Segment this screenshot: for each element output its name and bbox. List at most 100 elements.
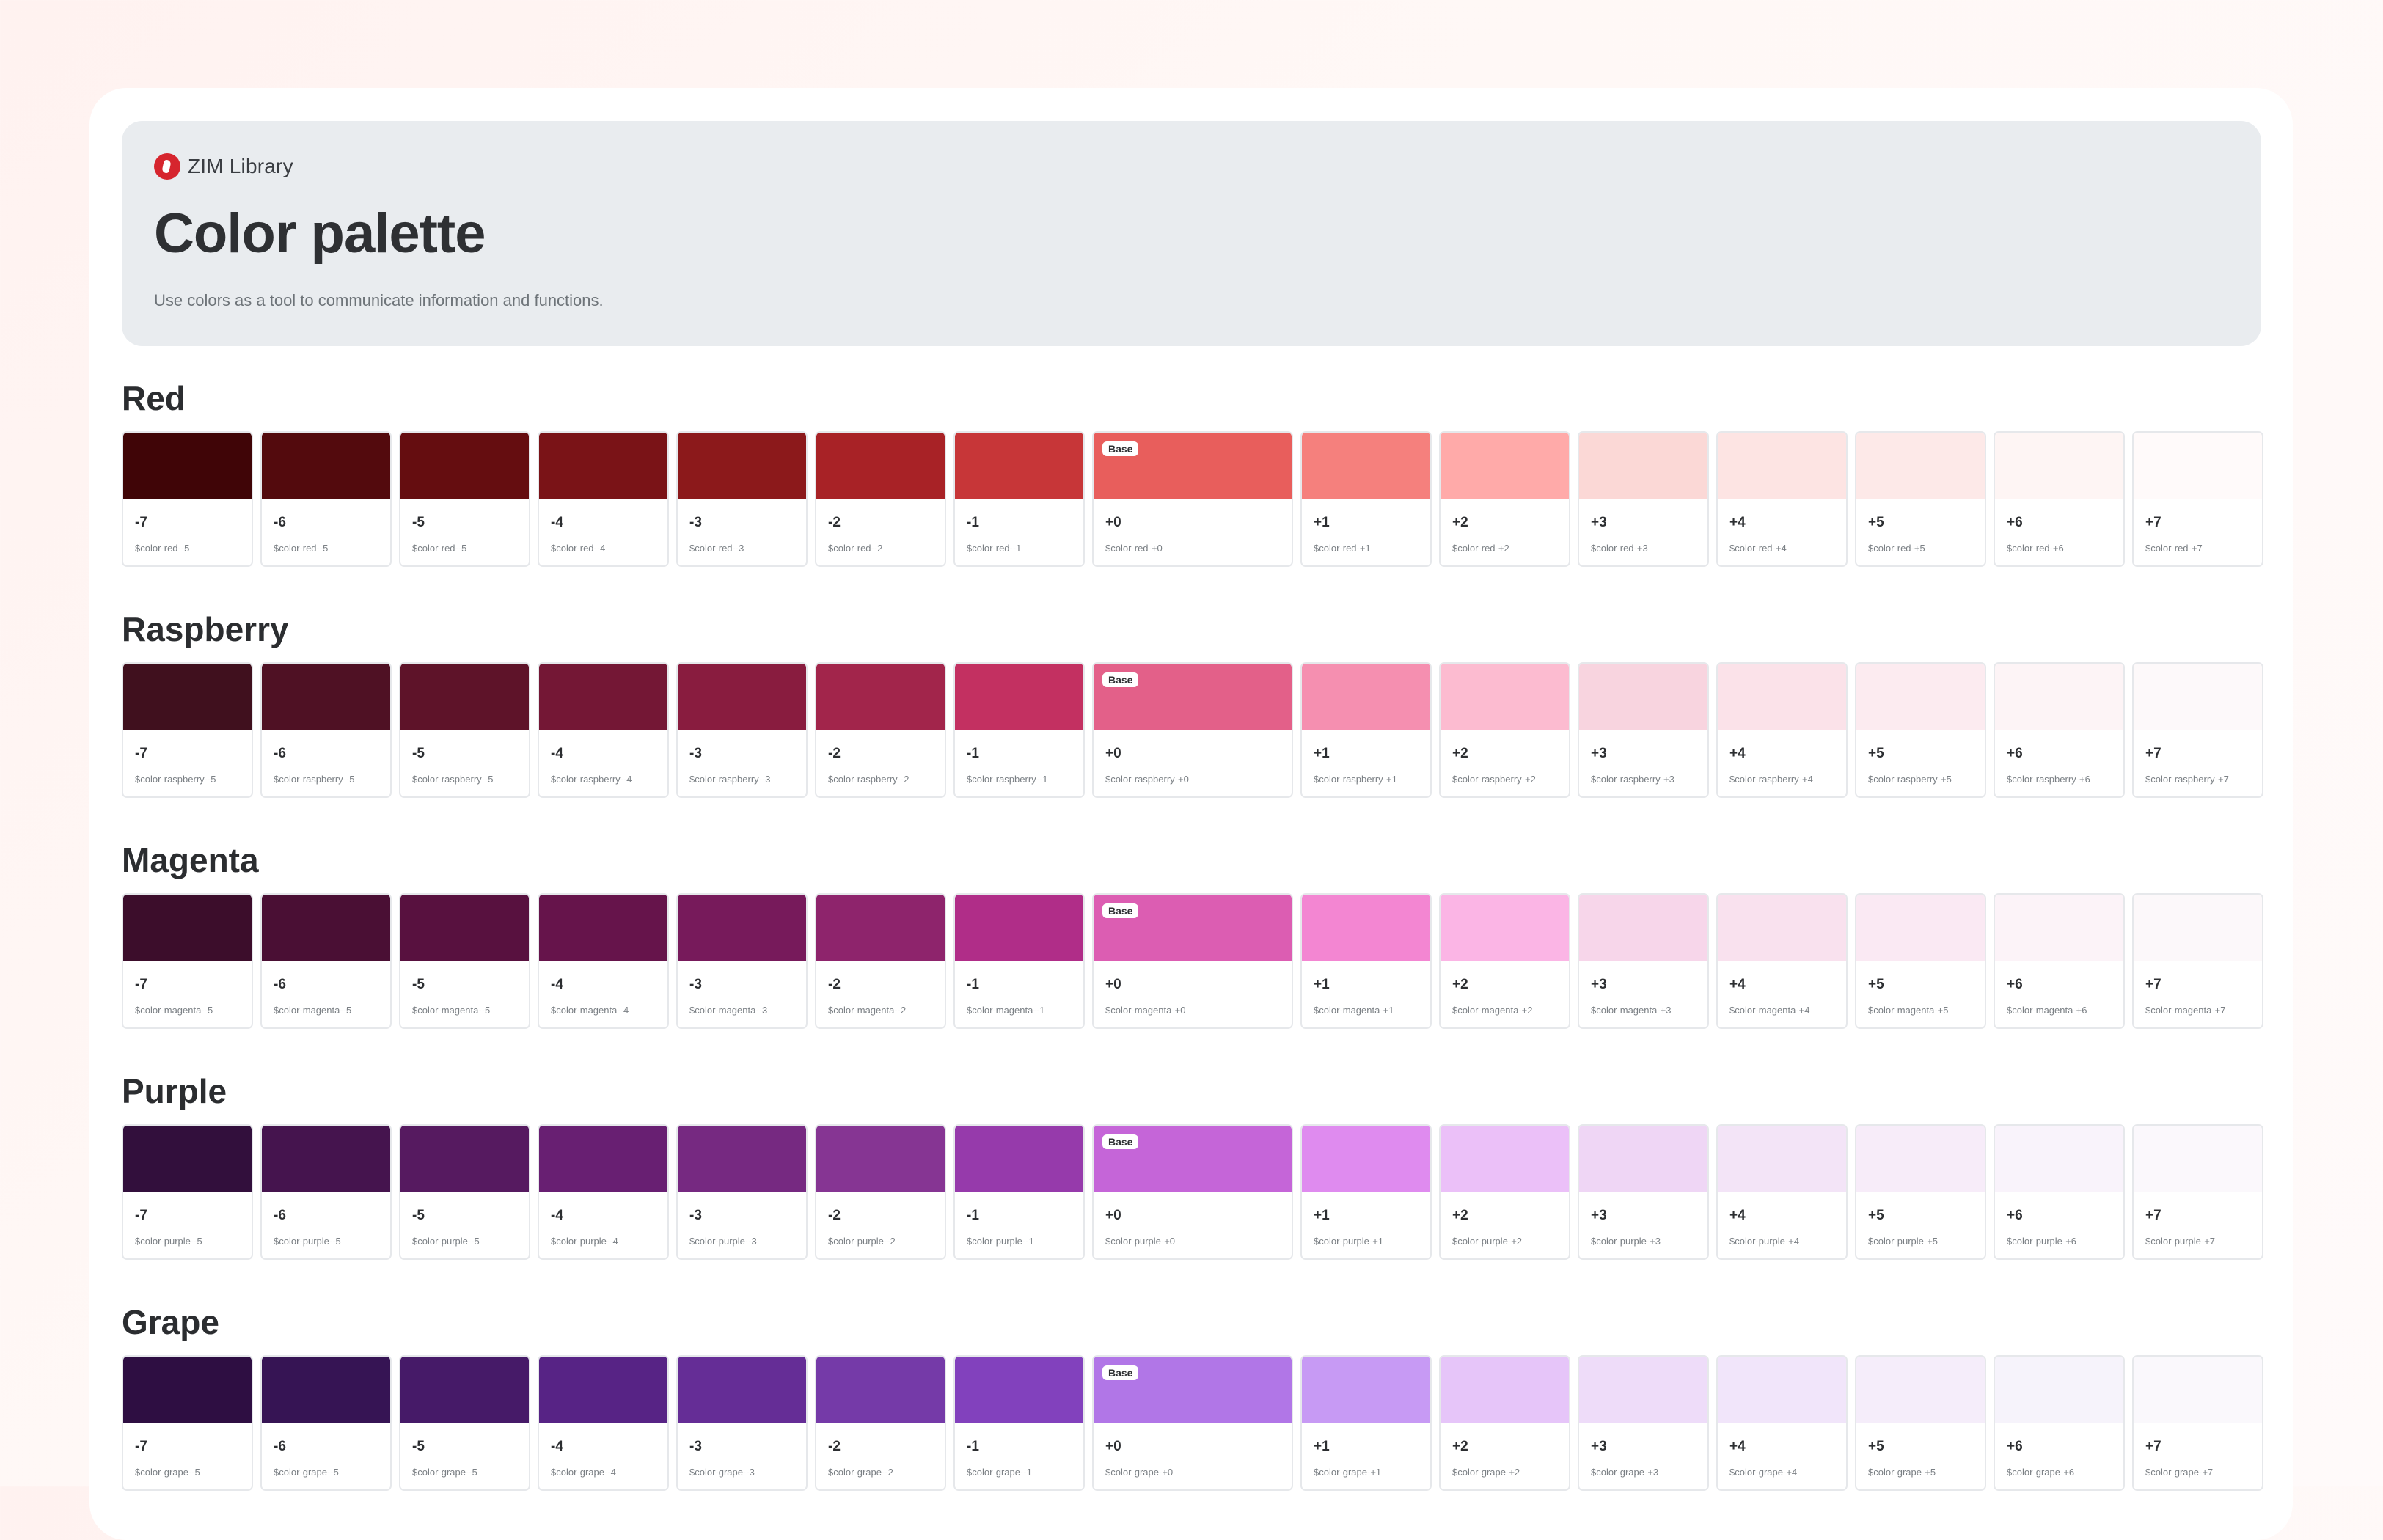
color-swatch[interactable]: -4 $color-magenta--4 [538,893,669,1029]
color-swatch[interactable]: +3 $color-purple-+3 [1578,1124,1709,1260]
color-swatch[interactable]: +2 $color-purple-+2 [1439,1124,1570,1260]
swatch-step: +3 [1591,1439,1607,1454]
color-swatch[interactable]: +2 $color-red-+2 [1439,431,1570,567]
swatch-row: -7 $color-magenta--5 -6 $color-magenta--5 -5… [122,893,2263,1029]
color-swatch[interactable]: -7 $color-magenta--5 [122,893,253,1029]
color-chip [539,1126,667,1192]
color-swatch[interactable]: -6 $color-red--5 [260,431,392,567]
color-swatch[interactable]: +2 $color-raspberry-+2 [1439,662,1570,798]
color-swatch[interactable]: -5 $color-grape--5 [399,1355,530,1491]
color-swatch[interactable]: +2 $color-grape-+2 [1439,1355,1570,1491]
color-swatch[interactable]: +6 $color-grape-+6 [1994,1355,2125,1491]
color-swatch[interactable]: -4 $color-red--4 [538,431,669,567]
color-swatch[interactable]: -3 $color-magenta--3 [676,893,808,1029]
color-swatch[interactable]: -1 $color-red--1 [953,431,1085,567]
color-chip [678,1126,806,1192]
swatch-token: $color-magenta-+2 [1452,1005,1533,1016]
color-swatch[interactable]: +3 $color-magenta-+3 [1578,893,1709,1029]
color-swatch[interactable]: -4 $color-raspberry--4 [538,662,669,798]
color-swatch[interactable]: +5 $color-purple-+5 [1855,1124,1986,1260]
color-swatch[interactable]: -5 $color-purple--5 [399,1124,530,1260]
color-swatch[interactable]: +3 $color-raspberry-+3 [1578,662,1709,798]
color-swatch[interactable]: +7 $color-magenta-+7 [2132,893,2263,1029]
color-swatch[interactable]: +1 $color-purple-+1 [1300,1124,1432,1260]
color-swatch[interactable]: +7 $color-grape-+7 [2132,1355,2263,1491]
color-swatch[interactable]: -2 $color-purple--2 [815,1124,946,1260]
color-swatch[interactable]: -6 $color-purple--5 [260,1124,392,1260]
color-swatch[interactable]: +5 $color-magenta-+5 [1855,893,1986,1029]
color-swatch[interactable]: -5 $color-magenta--5 [399,893,530,1029]
color-swatch[interactable]: +6 $color-purple-+6 [1994,1124,2125,1260]
color-swatch[interactable]: -7 $color-purple--5 [122,1124,253,1260]
color-swatch[interactable]: +7 $color-red-+7 [2132,431,2263,567]
color-swatch[interactable]: Base +0 $color-purple-+0 [1092,1124,1293,1260]
color-swatch[interactable]: -4 $color-grape--4 [538,1355,669,1491]
base-badge: Base [1102,1134,1139,1149]
color-swatch[interactable]: +1 $color-grape-+1 [1300,1355,1432,1491]
color-swatch[interactable]: -3 $color-raspberry--3 [676,662,808,798]
color-swatch[interactable]: -5 $color-red--5 [399,431,530,567]
color-swatch[interactable]: +3 $color-grape-+3 [1578,1355,1709,1491]
color-swatch[interactable]: -1 $color-raspberry--1 [953,662,1085,798]
color-chip [123,664,252,730]
swatch-token: $color-magenta-+0 [1105,1005,1186,1016]
color-swatch[interactable]: +3 $color-red-+3 [1578,431,1709,567]
color-swatch[interactable]: +6 $color-magenta-+6 [1994,893,2125,1029]
color-swatch[interactable]: Base +0 $color-raspberry-+0 [1092,662,1293,798]
color-swatch[interactable]: +5 $color-grape-+5 [1855,1355,1986,1491]
color-swatch[interactable]: -7 $color-red--5 [122,431,253,567]
color-swatch[interactable]: -3 $color-grape--3 [676,1355,808,1491]
color-swatch[interactable]: -2 $color-grape--2 [815,1355,946,1491]
color-swatch[interactable]: -2 $color-raspberry--2 [815,662,946,798]
color-chip [400,664,529,730]
color-swatch[interactable]: +7 $color-raspberry-+7 [2132,662,2263,798]
color-swatch[interactable]: +4 $color-grape-+4 [1716,1355,1848,1491]
color-swatch[interactable]: -1 $color-magenta--1 [953,893,1085,1029]
brand[interactable]: ZIM Library [154,152,293,181]
color-swatch[interactable]: -3 $color-red--3 [676,431,808,567]
swatch-token: $color-raspberry-+0 [1105,774,1189,785]
color-swatch[interactable]: Base +0 $color-grape-+0 [1092,1355,1293,1491]
swatch-step: -1 [967,1208,979,1223]
color-swatch[interactable]: +5 $color-raspberry-+5 [1855,662,1986,798]
color-swatch[interactable]: +4 $color-red-+4 [1716,431,1848,567]
color-swatch[interactable]: +6 $color-raspberry-+6 [1994,662,2125,798]
color-swatch[interactable]: -7 $color-grape--5 [122,1355,253,1491]
swatch-token: $color-grape-+3 [1591,1467,1659,1478]
color-chip [1441,1357,1569,1423]
color-swatch[interactable]: -6 $color-grape--5 [260,1355,392,1491]
color-swatch[interactable]: -3 $color-purple--3 [676,1124,808,1260]
color-swatch[interactable]: +2 $color-magenta-+2 [1439,893,1570,1029]
color-swatch[interactable]: +4 $color-purple-+4 [1716,1124,1848,1260]
color-swatch[interactable]: -6 $color-magenta--5 [260,893,392,1029]
color-swatch[interactable]: -4 $color-purple--4 [538,1124,669,1260]
swatch-step: +6 [2007,1208,2023,1223]
color-swatch[interactable]: +6 $color-red-+6 [1994,431,2125,567]
color-chip [955,433,1083,499]
color-swatch[interactable]: -5 $color-raspberry--5 [399,662,530,798]
color-swatch[interactable]: Base +0 $color-magenta-+0 [1092,893,1293,1029]
color-swatch[interactable]: +7 $color-purple-+7 [2132,1124,2263,1260]
swatch-step: +1 [1314,1439,1330,1454]
color-swatch[interactable]: +1 $color-red-+1 [1300,431,1432,567]
swatch-step: -3 [689,746,702,761]
color-swatch[interactable]: -7 $color-raspberry--5 [122,662,253,798]
swatch-token: $color-grape-+2 [1452,1467,1520,1478]
color-swatch[interactable]: -1 $color-grape--1 [953,1355,1085,1491]
color-swatch[interactable]: -2 $color-magenta--2 [815,893,946,1029]
swatch-step: -2 [828,977,841,992]
color-swatch[interactable]: -6 $color-raspberry--5 [260,662,392,798]
color-swatch[interactable]: +1 $color-raspberry-+1 [1300,662,1432,798]
swatch-step: -2 [828,515,841,530]
color-swatch[interactable]: -2 $color-red--2 [815,431,946,567]
color-swatch[interactable]: +4 $color-magenta-+4 [1716,893,1848,1029]
color-swatch[interactable]: -1 $color-purple--1 [953,1124,1085,1260]
color-swatch[interactable]: Base +0 $color-red-+0 [1092,431,1293,567]
color-chip [1718,664,1846,730]
color-swatch[interactable]: +4 $color-raspberry-+4 [1716,662,1848,798]
palette-section-purple: Purple -7 $color-purple--5 -6 $color-purple-… [122,1073,2263,1304]
color-chip [1441,895,1569,961]
color-swatch[interactable]: +5 $color-red-+5 [1855,431,1986,567]
swatch-token: $color-purple-+6 [2007,1236,2077,1247]
color-swatch[interactable]: +1 $color-magenta-+1 [1300,893,1432,1029]
